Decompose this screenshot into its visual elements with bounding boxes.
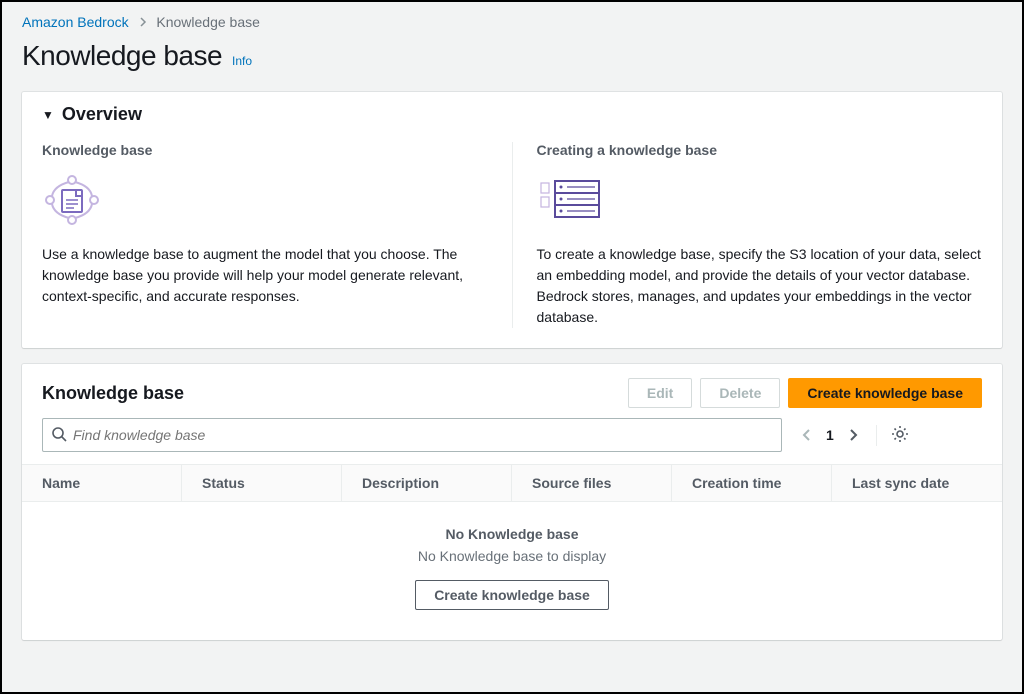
settings-button[interactable]	[876, 425, 909, 446]
column-header-last-sync[interactable]: Last sync date	[832, 465, 1002, 501]
page-title: Knowledge base	[22, 40, 222, 72]
overview-right: Creating a knowledge base To create a kn…	[512, 142, 983, 328]
column-header-creation-time[interactable]: Creation time	[672, 465, 832, 501]
overview-panel: ▼ Overview Knowledge base	[22, 92, 1002, 348]
empty-create-button[interactable]: Create knowledge base	[415, 580, 609, 610]
column-header-source-files[interactable]: Source files	[512, 465, 672, 501]
breadcrumb-root-link[interactable]: Amazon Bedrock	[22, 14, 129, 30]
overview-left-heading: Knowledge base	[42, 142, 488, 158]
overview-header[interactable]: ▼ Overview	[22, 92, 1002, 138]
column-header-status[interactable]: Status	[182, 465, 342, 501]
breadcrumb-current: Knowledge base	[156, 14, 260, 30]
chevron-right-icon	[139, 14, 147, 30]
overview-left: Knowledge base Use	[42, 142, 488, 328]
column-header-name[interactable]: Name	[22, 465, 182, 501]
kb-table: Name Status Description Source files Cre…	[22, 464, 1002, 640]
overview-left-text: Use a knowledge base to augment the mode…	[42, 244, 488, 307]
pagination: 1	[802, 425, 909, 446]
overview-title: Overview	[62, 104, 142, 125]
empty-state-title: No Knowledge base	[42, 526, 982, 542]
breadcrumb: Amazon Bedrock Knowledge base	[2, 2, 1022, 34]
page-number: 1	[826, 427, 834, 443]
search-icon	[51, 426, 67, 445]
delete-button[interactable]: Delete	[700, 378, 780, 408]
kb-section-title: Knowledge base	[42, 383, 184, 404]
info-link[interactable]: Info	[232, 54, 252, 68]
gear-icon	[891, 430, 909, 446]
next-page-button[interactable]	[848, 428, 858, 442]
database-stack-icon	[537, 168, 983, 232]
caret-down-icon: ▼	[42, 108, 54, 122]
knowledge-graph-icon	[42, 168, 488, 232]
create-knowledge-base-button[interactable]: Create knowledge base	[788, 378, 982, 408]
search-field-wrap[interactable]	[42, 418, 782, 452]
column-header-description[interactable]: Description	[342, 465, 512, 501]
previous-page-button[interactable]	[802, 428, 812, 442]
table-header-row: Name Status Description Source files Cre…	[22, 465, 1002, 502]
overview-right-heading: Creating a knowledge base	[537, 142, 983, 158]
page-title-row: Knowledge base Info	[2, 34, 1022, 92]
edit-button[interactable]: Edit	[628, 378, 692, 408]
knowledge-base-panel: Knowledge base Edit Delete Create knowle…	[22, 364, 1002, 640]
search-input[interactable]	[67, 423, 773, 447]
overview-right-text: To create a knowledge base, specify the …	[537, 244, 983, 328]
empty-state: No Knowledge base No Knowledge base to d…	[22, 502, 1002, 640]
empty-state-subtitle: No Knowledge base to display	[42, 548, 982, 564]
